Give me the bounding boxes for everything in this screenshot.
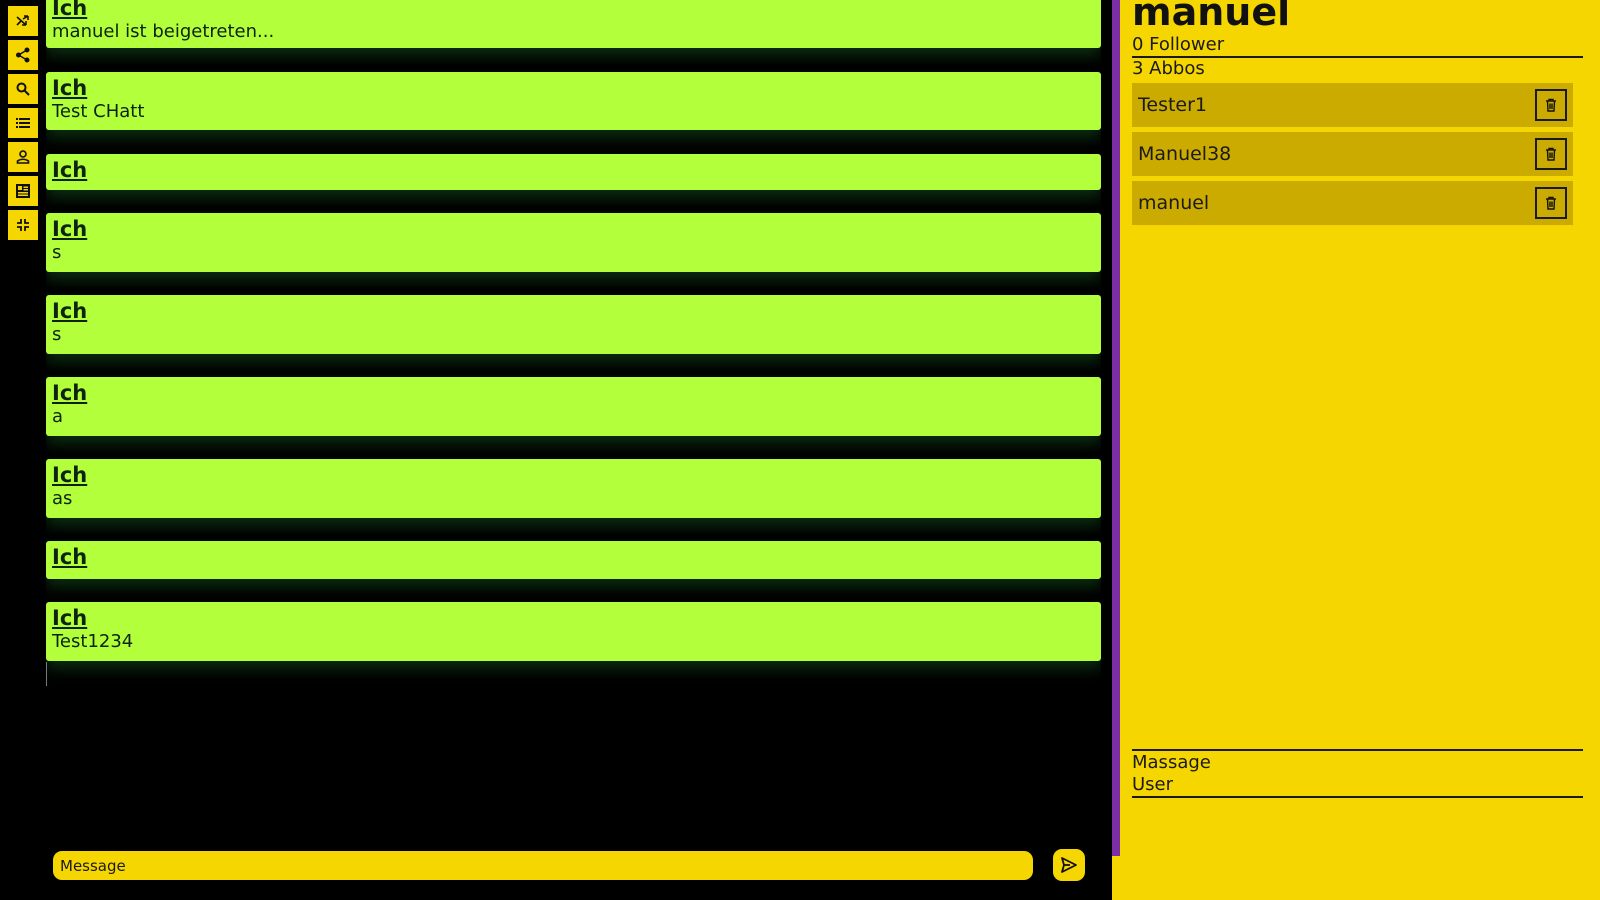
list-icon: [16, 118, 30, 128]
section-divider: [1132, 796, 1583, 798]
message-author-link[interactable]: Ich: [52, 295, 1095, 323]
message-author-link[interactable]: Ich: [52, 0, 1095, 20]
left-toolbar: [8, 6, 38, 244]
chat-message: Ich Test CHatt: [46, 72, 1101, 130]
shuffle-icon: [16, 15, 29, 26]
chat-message: Ich s: [46, 295, 1101, 354]
subscription-name[interactable]: manuel: [1138, 192, 1209, 214]
delete-subscription-button[interactable]: [1535, 187, 1567, 219]
delete-subscription-button[interactable]: [1535, 89, 1567, 121]
message-author-link[interactable]: Ich: [52, 72, 1095, 100]
chat-message: Ich s: [46, 213, 1101, 272]
delete-subscription-button[interactable]: [1535, 138, 1567, 170]
message-text: as: [52, 488, 73, 509]
message-input[interactable]: [53, 851, 1033, 880]
subscription-list: Tester1 Manuel38 manuel: [1132, 83, 1573, 230]
user-link[interactable]: User: [1132, 774, 1173, 796]
subscription-item[interactable]: manuel: [1132, 181, 1573, 225]
chat-message: Ich: [46, 541, 1101, 579]
search-icon: [16, 82, 30, 96]
message-author-link[interactable]: Ich: [52, 459, 1095, 487]
subscription-name[interactable]: Tester1: [1138, 94, 1207, 116]
send-button[interactable]: [1053, 849, 1085, 881]
trash-icon: [1546, 196, 1556, 210]
massage-link[interactable]: Massage: [1132, 752, 1211, 774]
message-author-link[interactable]: Ich: [52, 377, 1095, 405]
collapse-icon: [17, 219, 29, 231]
search-button[interactable]: [8, 74, 38, 104]
user-icon: [16, 150, 30, 164]
message-text: Test CHatt: [52, 101, 145, 122]
message-author-link[interactable]: Ich: [52, 213, 1095, 241]
chat-message: Ich Test1234: [46, 602, 1101, 661]
message-text: s: [52, 324, 62, 345]
shuffle-button[interactable]: [8, 6, 38, 36]
trash-icon: [1546, 98, 1556, 112]
chat-message: Ich as: [46, 459, 1101, 518]
share-icon: [16, 47, 30, 63]
profile-button[interactable]: [8, 142, 38, 172]
share-button[interactable]: [8, 40, 38, 70]
send-icon: [1061, 857, 1077, 873]
feed-button[interactable]: [8, 176, 38, 206]
list-button[interactable]: [8, 108, 38, 138]
profile-panel: manuel 0 Follower 3 Abbos Tester1 Manuel…: [1120, 0, 1600, 900]
subscriptions-count[interactable]: 3 Abbos: [1132, 58, 1583, 80]
section-divider: [1132, 749, 1583, 751]
profile-name: manuel: [1132, 0, 1291, 34]
newspaper-icon: [16, 184, 30, 198]
chat-message: Ich manuel ist beigetreten...: [46, 0, 1101, 48]
subscription-item[interactable]: Manuel38: [1132, 132, 1573, 176]
message-text: s: [52, 242, 62, 263]
collapse-button[interactable]: [8, 210, 38, 240]
chat-message: Ich a: [46, 377, 1101, 436]
followers-count[interactable]: 0 Follower: [1132, 34, 1583, 58]
message-author-link[interactable]: Ich: [52, 154, 1095, 182]
panel-divider[interactable]: [1112, 0, 1120, 856]
message-text: manuel ist beigetreten...: [52, 21, 275, 42]
chat-message-list[interactable]: Ich manuel ist beigetreten... Ich Test C…: [46, 0, 1101, 690]
message-author-link[interactable]: Ich: [52, 602, 1095, 630]
chat-message: Ich: [46, 154, 1101, 190]
subscription-item[interactable]: Tester1: [1132, 83, 1573, 127]
message-author-link[interactable]: Ich: [52, 541, 1095, 569]
subscription-name[interactable]: Manuel38: [1138, 143, 1231, 165]
panel-divider-bottom: [1112, 856, 1120, 900]
trash-icon: [1546, 147, 1556, 161]
message-text: Test1234: [52, 631, 134, 652]
chat-end-marker: [46, 662, 47, 686]
message-text: a: [52, 406, 64, 427]
